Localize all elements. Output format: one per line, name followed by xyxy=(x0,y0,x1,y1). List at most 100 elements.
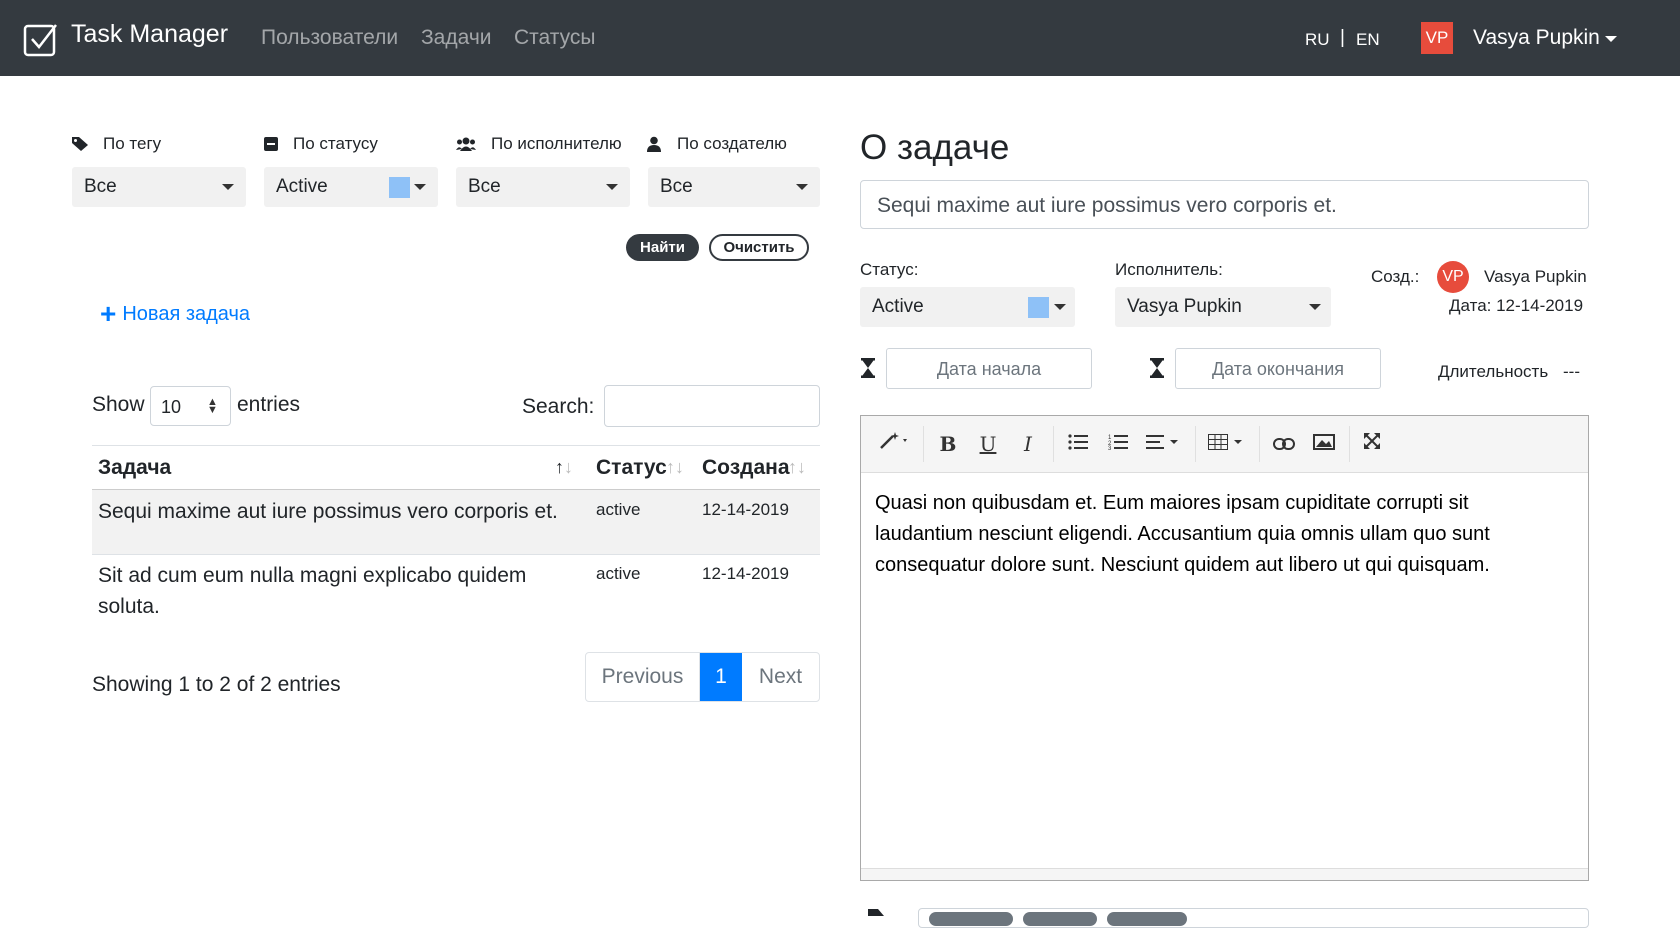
show-label: Show xyxy=(92,393,145,416)
filter-creator-select[interactable]: Все xyxy=(648,167,820,207)
filter-creator-value: Все xyxy=(660,176,693,197)
status-select[interactable]: Active xyxy=(860,287,1075,327)
user-menu[interactable]: Vasya Pupkin xyxy=(1473,26,1600,50)
pagination: Previous 1 Next xyxy=(585,652,820,702)
align-icon[interactable] xyxy=(1143,428,1185,460)
chevron-down-icon xyxy=(606,184,618,190)
ordered-list-icon[interactable]: 123 xyxy=(1103,428,1133,460)
entries-label: entries xyxy=(237,393,301,416)
description-text[interactable]: Quasi non quibusdam et. Eum maiores ipsa… xyxy=(875,488,1555,581)
filter-assignee-value: Все xyxy=(468,176,501,197)
row-divider xyxy=(92,554,820,555)
filter-tag-label: По тегу xyxy=(103,134,162,153)
creator-label: Созд.: xyxy=(1371,267,1420,286)
task-heading: О задаче xyxy=(860,128,1010,167)
status-value: Active xyxy=(872,296,924,317)
tag-icon xyxy=(868,909,884,916)
filter-status-select[interactable]: Active xyxy=(264,167,438,207)
filter-tag-value: Все xyxy=(84,176,117,197)
column-header-created[interactable]: Создана xyxy=(702,456,790,480)
chevron-down-icon xyxy=(1054,304,1066,310)
minus-square-icon xyxy=(264,137,278,151)
nav-tasks[interactable]: Задачи xyxy=(421,26,492,50)
chevron-down-icon[interactable] xyxy=(1605,36,1617,42)
sort-icon[interactable]: ↑↓ xyxy=(788,457,806,478)
nav-users[interactable]: Пользователи xyxy=(261,26,398,50)
toolbar-divider xyxy=(1259,426,1260,462)
task-cell[interactable]: Sit ad cum eum nulla magni explicabo qui… xyxy=(98,564,526,588)
link-icon[interactable] xyxy=(1269,428,1299,460)
find-button[interactable]: Найти xyxy=(626,234,699,261)
assignee-label: Исполнитель: xyxy=(1115,260,1223,279)
unordered-list-icon[interactable] xyxy=(1063,428,1093,460)
tag-chip[interactable] xyxy=(929,912,1013,926)
updown-icon: ▲ ▼ xyxy=(207,396,218,416)
task-cell-continued[interactable]: soluta. xyxy=(98,595,160,619)
previous-button[interactable]: Previous xyxy=(586,653,700,701)
bold-icon[interactable]: B xyxy=(933,428,963,460)
duration-label: Длительность xyxy=(1438,362,1549,381)
lang-separator: | xyxy=(1340,27,1345,48)
brand-title[interactable]: Task Manager xyxy=(71,20,228,49)
start-date-input[interactable]: Дата начала xyxy=(886,348,1092,389)
italic-icon[interactable]: I xyxy=(1013,428,1043,460)
status-cell: active xyxy=(596,564,641,583)
toolbar-divider xyxy=(923,426,924,462)
hourglass-icon xyxy=(861,358,875,378)
creator-avatar: VP xyxy=(1437,261,1469,293)
clear-button[interactable]: Очистить xyxy=(709,234,809,261)
image-icon[interactable] xyxy=(1309,428,1339,460)
status-color-swatch xyxy=(1028,297,1049,318)
nav-statuses[interactable]: Статусы xyxy=(514,26,595,50)
table-icon[interactable] xyxy=(1205,428,1249,460)
description-editor: B U I 123 Quasi non quibusdam et. Eum ma… xyxy=(860,415,1589,881)
status-label: Статус: xyxy=(860,260,919,279)
lang-en-link[interactable]: EN xyxy=(1356,30,1380,50)
end-date-input[interactable]: Дата окончания xyxy=(1175,348,1381,389)
new-task-link[interactable]: + Новая задача xyxy=(100,295,251,329)
filter-assignee-select[interactable]: Все xyxy=(456,167,630,207)
tag-chip[interactable] xyxy=(1023,912,1097,926)
page-1-button[interactable]: 1 xyxy=(700,653,742,701)
tag-chip[interactable] xyxy=(1107,912,1187,926)
start-date-placeholder: Дата начала xyxy=(936,359,1042,379)
task-cell[interactable]: Sequi maxime aut iure possimus vero corp… xyxy=(98,500,558,524)
hourglass-icon xyxy=(1150,358,1164,378)
plus-icon: + xyxy=(100,298,117,329)
column-header-status[interactable]: Статус xyxy=(596,456,667,480)
table-top-border xyxy=(92,445,820,446)
status-color-swatch xyxy=(389,177,410,198)
fullscreen-icon[interactable] xyxy=(1357,428,1387,460)
end-date-placeholder: Дата окончания xyxy=(1211,359,1345,379)
user-icon xyxy=(647,136,661,152)
search-input[interactable] xyxy=(604,385,820,427)
entries-length-select[interactable]: 10 ▲ ▼ xyxy=(150,386,231,426)
next-button[interactable]: Next xyxy=(742,653,819,701)
assignee-select[interactable]: Vasya Pupkin xyxy=(1115,287,1331,327)
toolbar-divider xyxy=(1053,426,1054,462)
filter-creator-label: По создателю xyxy=(677,134,787,153)
filter-tag-select[interactable]: Все xyxy=(72,167,246,207)
new-task-label: Новая задача xyxy=(122,303,251,325)
tag-icon xyxy=(72,137,88,151)
sort-asc-icon[interactable]: ↑↓ xyxy=(555,457,573,478)
tags-input[interactable] xyxy=(918,908,1589,928)
sort-icon[interactable]: ↑↓ xyxy=(666,457,684,478)
created-cell: 12-14-2019 xyxy=(702,500,789,519)
chevron-down-icon xyxy=(796,184,808,190)
chevron-down-icon xyxy=(414,184,426,190)
editor-resize-bar[interactable] xyxy=(861,868,1588,880)
navbar: Task Manager Пользователи Задачи Статусы… xyxy=(0,0,1680,76)
creator-name: Vasya Pupkin xyxy=(1484,267,1587,286)
check-square-icon[interactable] xyxy=(23,22,58,57)
status-cell: active xyxy=(596,500,641,519)
magic-icon[interactable] xyxy=(875,428,915,460)
task-title-input[interactable]: Sequi maxime aut iure possimus vero corp… xyxy=(860,180,1589,229)
lang-ru-link[interactable]: RU xyxy=(1305,30,1330,50)
created-cell: 12-14-2019 xyxy=(702,564,789,583)
underline-icon[interactable]: U xyxy=(973,428,1003,460)
avatar[interactable]: VP xyxy=(1421,22,1453,54)
toolbar-divider xyxy=(1195,426,1196,462)
filter-status-label: По статусу xyxy=(293,134,378,153)
column-header-task[interactable]: Задача xyxy=(98,456,171,480)
